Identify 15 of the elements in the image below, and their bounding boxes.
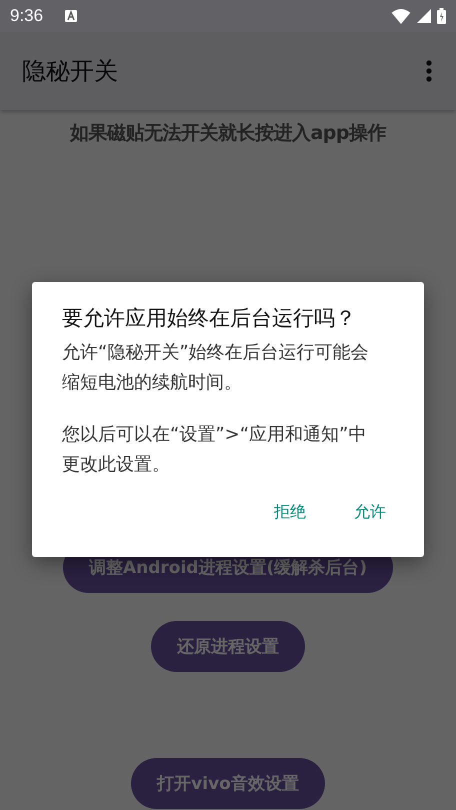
dialog-title: 要允许应用始终在后台运行吗？: [62, 305, 357, 332]
dialog-button[interactable]: 拒绝: [260, 494, 320, 531]
menu-icon[interactable]: [426, 60, 432, 82]
notification-icon: [65, 10, 78, 22]
dialog-message: 允许“隐秘开关”始终在后台运行可能会缩短电池的续航时间。: [62, 341, 370, 395]
app-title: 隐秘开关: [22, 56, 119, 87]
status-time: 9:36: [10, 6, 44, 26]
action-button[interactable]: 打开vivo音效设置: [131, 758, 325, 809]
hint-text: 如果磁贴无法开关就长按进入app操作: [68, 121, 388, 146]
battery-icon: [437, 8, 446, 24]
dialog-message: 您以后可以在“设置”>“应用和通知”中更改此设置。: [62, 423, 368, 477]
dialog-button[interactable]: 允许: [340, 494, 400, 531]
signal-icon: [417, 9, 431, 23]
wifi-icon: [391, 8, 411, 24]
action-button[interactable]: 还原进程设置: [151, 621, 305, 672]
